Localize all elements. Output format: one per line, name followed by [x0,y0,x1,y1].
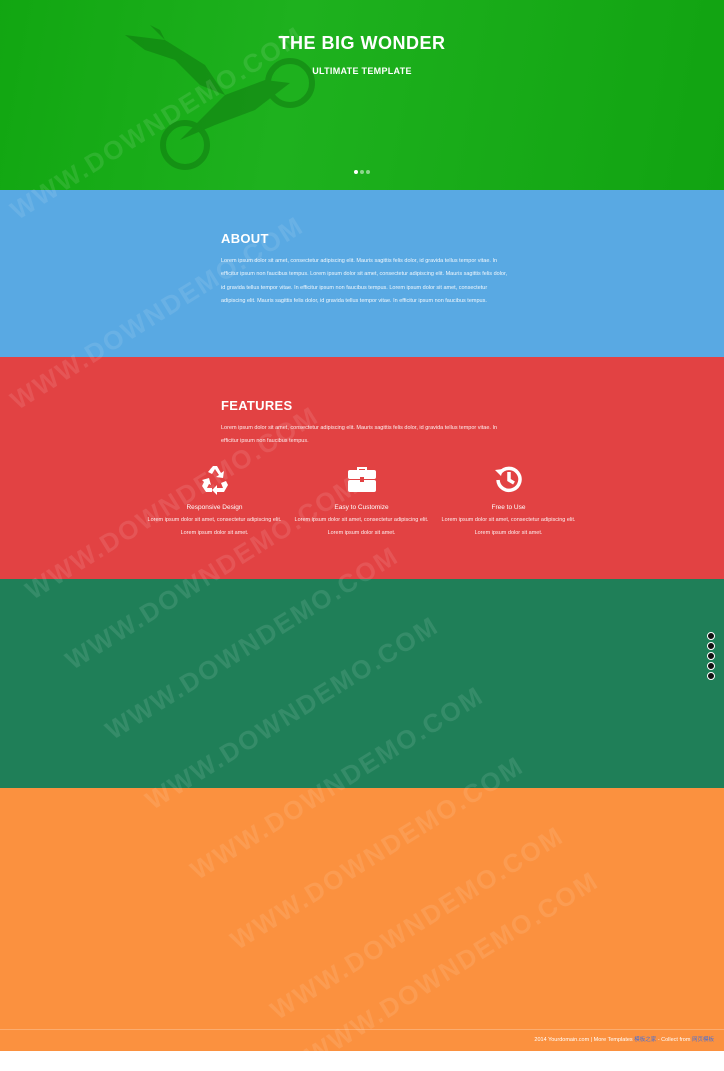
section-nav-dot-2[interactable] [707,642,715,650]
hero-subtitle: ULTIMATE TEMPLATE [312,66,412,76]
history-icon [494,466,522,493]
footer-copyright: 2014 Yourdomain.com | More Templates [534,1037,633,1043]
section-nav [707,632,715,680]
footer-text: 2014 Yourdomain.com | More Templates 模板之… [534,1035,714,1043]
feature-free-to-use: Free to Use Lorem ipsum dolor sit amet, … [436,463,581,541]
section-nav-dot-5[interactable] [707,672,715,680]
feature-title: Free to Use [491,504,526,511]
features-heading: FEATURES [221,398,293,413]
section-nav-dot-1[interactable] [707,632,715,640]
footer-more-link[interactable]: 模板之家 [634,1037,656,1043]
feature-text: Lorem ipsum dolor sit amet, consectetur … [441,517,576,537]
hero-title: THE BIG WONDER [278,33,446,53]
slider-dot-1[interactable] [354,170,358,174]
section-nav-dot-3[interactable] [707,652,715,660]
slider-dot-2[interactable] [360,170,364,174]
slider-dot-3[interactable] [366,170,370,174]
footer-collect-label: - Collect from [657,1037,691,1043]
slider-dots [354,170,370,174]
orange-section [0,788,724,1029]
section-nav-dot-4[interactable] [707,662,715,670]
footer-collect-link[interactable]: 网页模板 [692,1037,714,1043]
